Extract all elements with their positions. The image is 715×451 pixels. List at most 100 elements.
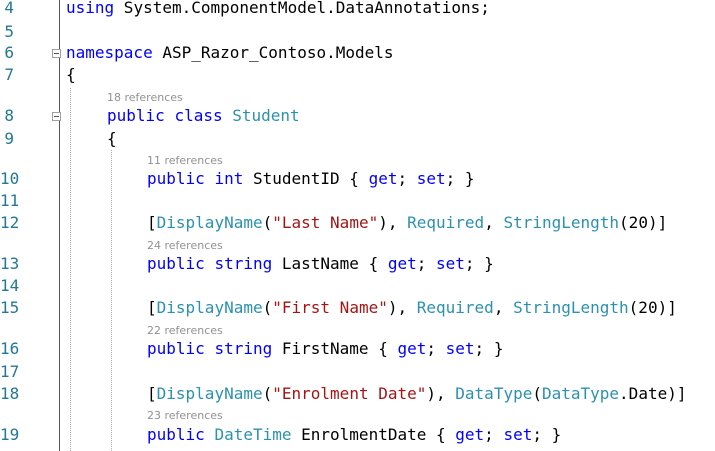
- punctuation: ; }: [474, 339, 504, 358]
- code-lens-references[interactable]: 18 references: [107, 91, 183, 105]
- code-text: [DisplayName("Enrolment Date"), DataType…: [147, 383, 686, 405]
- code-line[interactable]: 13 public string LastName { get; set; }: [0, 253, 715, 275]
- keyword: public: [147, 254, 205, 273]
- code-line[interactable]: 18 [DisplayName("Enrolment Date"), DataT…: [0, 383, 715, 405]
- line-number: 16: [0, 339, 20, 358]
- punctuation: ,: [484, 213, 504, 232]
- keyword: get: [455, 425, 485, 444]
- collapse-namespace-icon[interactable]: [52, 49, 61, 58]
- code-line[interactable]: 10 public int StudentID { get; set; }: [0, 168, 715, 190]
- punctuation: .Date)]: [619, 384, 687, 403]
- attribute-name: DisplayName: [156, 384, 263, 403]
- code-line[interactable]: 16 public string FirstName { get; set; }: [0, 338, 715, 360]
- attribute-name: DisplayName: [156, 298, 263, 317]
- line-number: 10: [0, 169, 20, 188]
- code-text: [DisplayName("Last Name"), Required, Str…: [147, 212, 667, 234]
- keyword: get: [387, 254, 417, 273]
- line-number: 11: [0, 191, 20, 210]
- attribute-name: Required: [416, 298, 494, 317]
- code-editor[interactable]: 4 using System.ComponentModel.DataAnnota…: [0, 0, 715, 451]
- code-text: {: [66, 65, 76, 84]
- punctuation: ; }: [445, 169, 475, 188]
- attribute-name: StringLength: [503, 213, 620, 232]
- property-name: LastName {: [272, 254, 388, 273]
- type-name: DateTime: [214, 425, 292, 444]
- punctuation: (: [262, 384, 273, 403]
- code-line[interactable]: 9 {: [0, 128, 715, 150]
- code-line[interactable]: 14: [0, 275, 715, 297]
- punctuation: (: [532, 384, 542, 403]
- punctuation: (20)]: [619, 213, 668, 232]
- punctuation: ; }: [532, 425, 562, 444]
- punctuation: ),: [378, 213, 408, 232]
- code-lens-references[interactable]: 11 references: [147, 154, 223, 168]
- punctuation: ),: [387, 298, 417, 317]
- class-name: Student: [232, 106, 300, 125]
- code-line[interactable]: 15 [DisplayName("First Name"), Required,…: [0, 297, 715, 319]
- attribute-name: DataType: [455, 384, 533, 403]
- code-line[interactable]: 7 {: [0, 64, 715, 86]
- collapse-class-icon[interactable]: [52, 112, 61, 121]
- punctuation: ;: [426, 339, 446, 358]
- punctuation: ,: [493, 298, 514, 317]
- line-number: 6: [4, 43, 14, 62]
- string-literal: "Last Name": [272, 213, 379, 232]
- code-line[interactable]: 12 [DisplayName("Last Name"), Required, …: [0, 212, 715, 234]
- line-number: 8: [4, 106, 14, 125]
- line-number: 15: [0, 298, 20, 317]
- code-text: public string LastName { get; set; }: [147, 253, 494, 275]
- line-number: 5: [4, 22, 14, 41]
- keyword: string: [214, 339, 273, 358]
- keyword: public: [147, 169, 205, 188]
- line-number: 4: [4, 0, 14, 17]
- code-lens-references[interactable]: 23 references: [147, 409, 223, 423]
- punctuation: (: [262, 213, 273, 232]
- attribute-name: StringLength: [513, 298, 629, 317]
- keyword: int: [214, 169, 244, 188]
- keyword: public: [107, 106, 165, 125]
- code-line[interactable]: 5: [0, 21, 715, 43]
- code-line[interactable]: 6 namespace ASP_Razor_Contoso.Models: [0, 42, 715, 64]
- code-text: {: [107, 129, 117, 148]
- keyword: public: [147, 425, 205, 444]
- punctuation: ;: [397, 169, 417, 188]
- property-name: EnrolmentDate {: [291, 425, 456, 444]
- code-lens-references[interactable]: 24 references: [147, 239, 223, 253]
- keyword: get: [368, 169, 398, 188]
- code-text: public string FirstName { get; set; }: [147, 338, 503, 360]
- keyword: set: [445, 339, 475, 358]
- code-line[interactable]: 11: [0, 190, 715, 212]
- line-number: 12: [0, 213, 20, 232]
- keyword: namespace: [66, 43, 153, 62]
- code-line[interactable]: 19 public DateTime EnrolmentDate { get; …: [0, 424, 715, 446]
- punctuation: [: [147, 298, 157, 317]
- attribute-name: Required: [407, 213, 485, 232]
- line-number: 19: [0, 425, 20, 444]
- keyword: set: [416, 169, 446, 188]
- line-number: 18: [0, 384, 20, 403]
- punctuation: ),: [426, 384, 456, 403]
- code-lens-references[interactable]: 22 references: [147, 324, 223, 338]
- line-number: 13: [0, 254, 20, 273]
- keyword: set: [436, 254, 465, 273]
- code-text: using System.ComponentModel.DataAnnotati…: [66, 0, 490, 19]
- code-text: public int StudentID { get; set; }: [147, 168, 475, 190]
- attribute-name: DisplayName: [156, 213, 263, 232]
- string-literal: "First Name": [272, 298, 388, 317]
- keyword: class: [174, 106, 223, 125]
- code-line[interactable]: 17: [0, 361, 715, 383]
- code-text: public DateTime EnrolmentDate { get; set…: [147, 424, 561, 446]
- punctuation: (20)]: [628, 298, 677, 317]
- code-line[interactable]: 4 using System.ComponentModel.DataAnnota…: [0, 0, 715, 19]
- line-number: 9: [4, 129, 14, 148]
- namespace-name: ASP_Razor_Contoso.Models: [152, 43, 394, 62]
- punctuation: ;: [484, 425, 504, 444]
- keyword: string: [214, 254, 273, 273]
- code-line[interactable]: 8 public class Student: [0, 105, 715, 127]
- property-name: FirstName {: [272, 339, 398, 358]
